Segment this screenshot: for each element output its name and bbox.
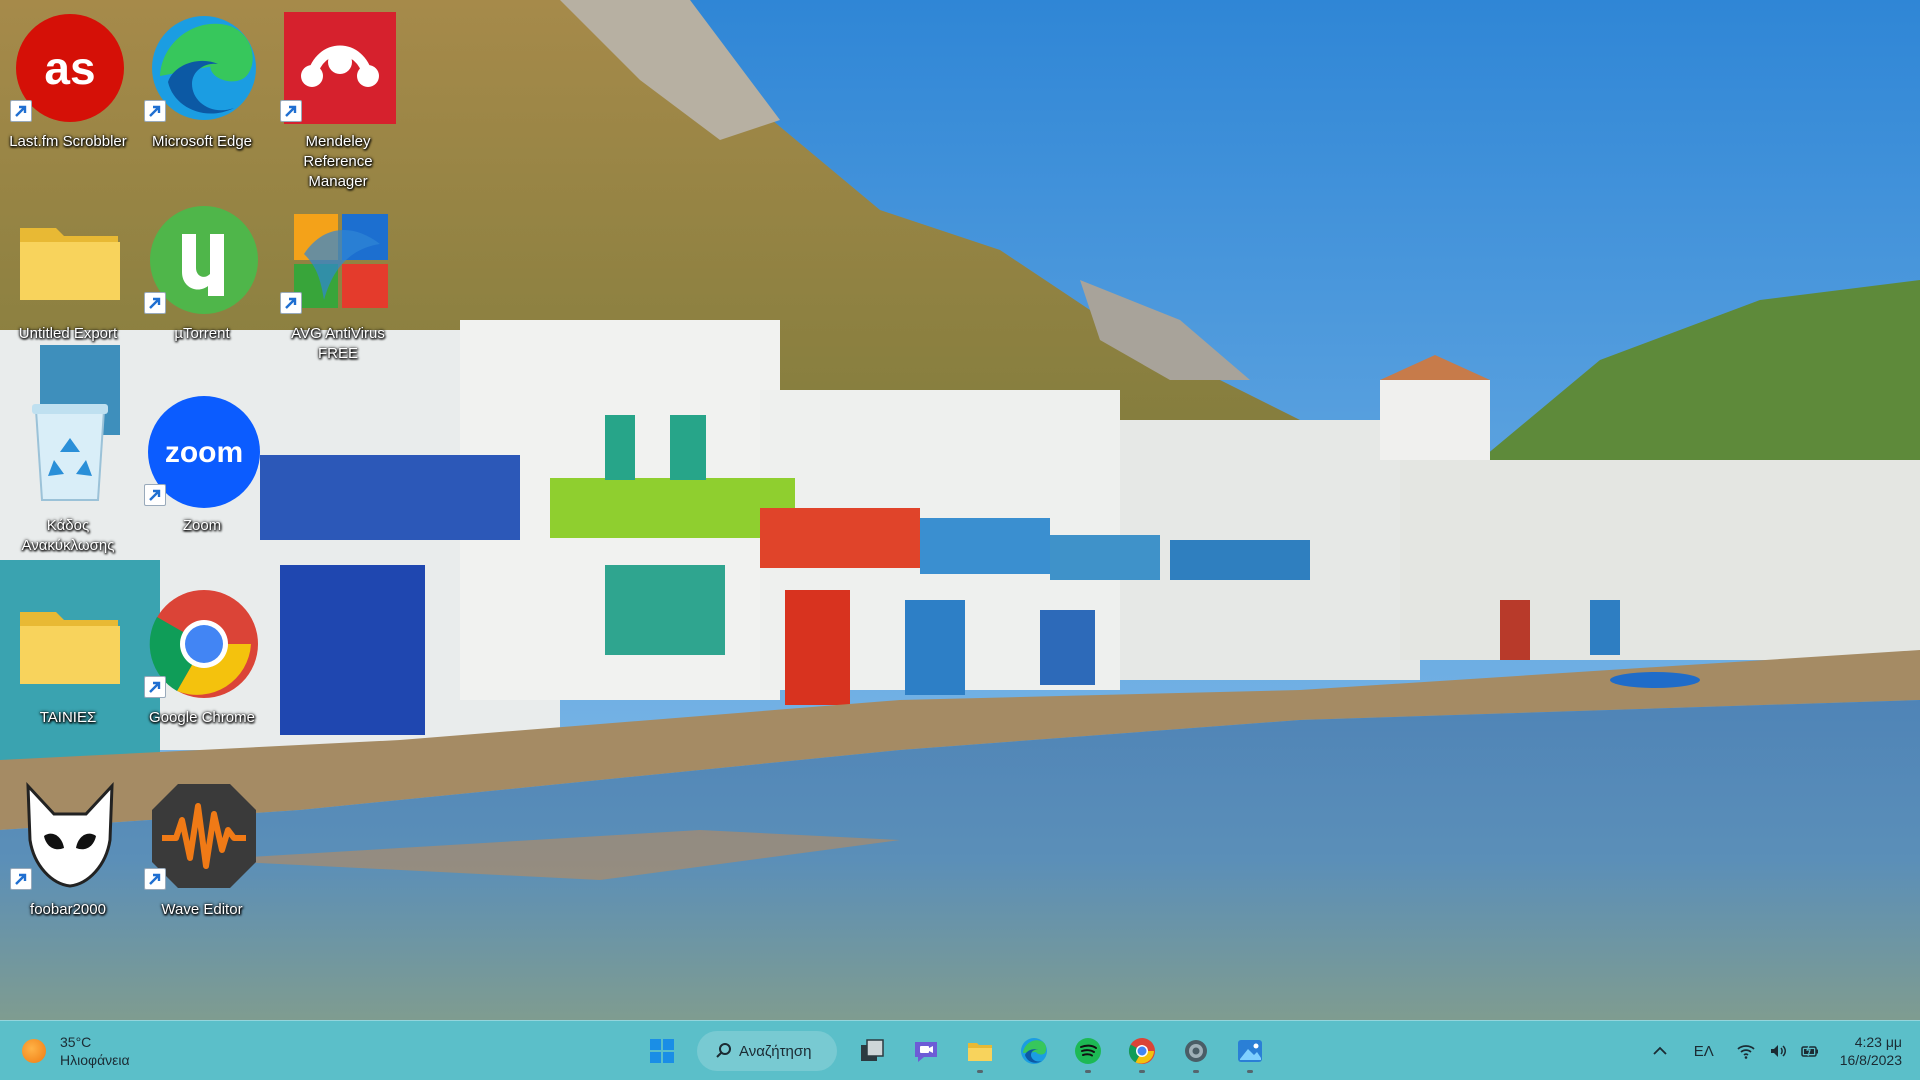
teams-chat-icon	[915, 1042, 937, 1062]
battery-button[interactable]	[1794, 1031, 1826, 1071]
windows-logo-icon	[650, 1039, 674, 1063]
desktop-icon-label: µTorrent	[174, 325, 230, 342]
taskbar-pinned-apps: Αναζήτηση	[635, 1029, 1277, 1073]
file-explorer-button[interactable]	[958, 1029, 1002, 1073]
volume-button[interactable]	[1762, 1031, 1794, 1071]
shortcut-arrow-icon	[144, 484, 166, 506]
settings-icon	[1185, 1040, 1207, 1062]
running-indicator	[977, 1070, 983, 1073]
weather-condition: Ηλιοφάνεια	[60, 1052, 130, 1068]
taskbar: 35°C Ηλιοφάνεια Αναζήτηση ΕΛ 4:23 μμ 16/…	[0, 1020, 1920, 1080]
shortcut-arrow-icon	[10, 100, 32, 122]
desktop-icon-grid: as Last.fm Scrobbler Microsoft Edge Mend…	[0, 0, 420, 940]
task-view-icon	[861, 1039, 884, 1061]
search-label: Αναζήτηση	[739, 1042, 812, 1060]
chrome-taskbar-button[interactable]	[1120, 1029, 1164, 1073]
running-indicator	[1193, 1070, 1199, 1073]
desktop-icon-label: Last.fm Scrobbler	[9, 133, 127, 150]
svg-text:as: as	[44, 42, 95, 94]
shortcut-arrow-icon	[144, 868, 166, 890]
desktop-icon-lastfm-scrobbler[interactable]: as Last.fm Scrobbler	[2, 4, 134, 184]
weather-widget[interactable]: 35°C Ηλιοφάνεια	[22, 1031, 130, 1071]
wifi-button[interactable]	[1730, 1031, 1762, 1071]
task-view-button[interactable]	[850, 1029, 894, 1073]
desktop-icon-utorrent[interactable]: µTorrent	[136, 196, 268, 376]
settings-taskbar-button[interactable]	[1174, 1029, 1218, 1073]
edge-taskbar-button[interactable]	[1012, 1029, 1056, 1073]
desktop-icon-label: Mendeley Reference Manager	[303, 133, 373, 190]
desktop-icon-avg-antivirus[interactable]: AVG AntiVirus FREE	[272, 196, 404, 376]
desktop-icon-label: Wave Editor	[161, 901, 243, 918]
teams-chat-button[interactable]	[904, 1029, 948, 1073]
spotify-icon	[1075, 1038, 1101, 1064]
search-icon	[716, 1043, 731, 1058]
desktop-icon-label: ΤΑΙΝΙΕΣ	[39, 709, 97, 726]
clock-date: 16/8/2023	[1839, 1052, 1902, 1068]
shortcut-arrow-icon	[10, 868, 32, 890]
taskbar-search-button[interactable]: Αναζήτηση	[697, 1031, 837, 1071]
photos-icon	[1238, 1040, 1262, 1062]
language-indicator[interactable]: ΕΛ	[1678, 1031, 1730, 1071]
wifi-icon	[1737, 1045, 1755, 1059]
desktop-icon-untitled-export[interactable]: Untitled Export	[2, 196, 134, 376]
desktop-icon-label: Untitled Export	[18, 325, 118, 342]
running-indicator	[1139, 1070, 1145, 1073]
desktop-icon-google-chrome[interactable]: Google Chrome	[136, 580, 268, 760]
desktop-icon-label: AVG AntiVirus FREE	[291, 325, 385, 362]
desktop-icon-foobar2000[interactable]: foobar2000	[2, 772, 134, 952]
shortcut-arrow-icon	[280, 100, 302, 122]
system-tray: ΕΛ 4:23 μμ 16/8/2023	[1642, 1021, 1920, 1080]
spotify-taskbar-button[interactable]	[1066, 1029, 1110, 1073]
desktop-icon-label: Google Chrome	[149, 709, 255, 726]
chevron-up-icon	[1653, 1046, 1667, 1055]
file-explorer-icon	[968, 1043, 992, 1061]
edge-icon	[1021, 1038, 1047, 1064]
desktop-icon-wave-editor[interactable]: Wave Editor	[136, 772, 268, 952]
desktop-icon-label: Κάδος Ανακύκλωσης	[21, 517, 115, 554]
desktop-icon-microsoft-edge[interactable]: Microsoft Edge	[136, 4, 268, 184]
recycle-bin-icon	[14, 396, 126, 508]
start-button[interactable]	[640, 1029, 684, 1073]
chrome-icon	[1128, 1038, 1155, 1064]
volume-icon	[1770, 1045, 1786, 1057]
shortcut-arrow-icon	[280, 292, 302, 314]
photos-taskbar-button[interactable]	[1228, 1029, 1272, 1073]
desktop-icon-zoom[interactable]: zoom Zoom	[136, 388, 268, 568]
sun-icon	[22, 1039, 46, 1063]
show-hidden-icons-button[interactable]	[1642, 1031, 1678, 1071]
desktop-icon-mendeley[interactable]: Mendeley Reference Manager	[272, 4, 404, 190]
desktop-icon-label: Microsoft Edge	[151, 133, 253, 150]
weather-temperature: 35°C	[60, 1034, 92, 1050]
svg-text:zoom: zoom	[165, 436, 243, 469]
running-indicator	[1085, 1070, 1091, 1073]
taskbar-clock[interactable]: 4:23 μμ 16/8/2023	[1840, 1033, 1902, 1069]
shortcut-arrow-icon	[144, 676, 166, 698]
desktop-icon-tainies[interactable]: ΤΑΙΝΙΕΣ	[2, 580, 134, 760]
folder-icon	[14, 588, 126, 700]
desktop-icon-label: foobar2000	[30, 901, 106, 918]
desktop-icon-recycle-bin[interactable]: Κάδος Ανακύκλωσης	[2, 388, 134, 568]
clock-time: 4:23 μμ	[1854, 1034, 1902, 1050]
running-indicator	[1247, 1070, 1253, 1073]
shortcut-arrow-icon	[144, 100, 166, 122]
folder-icon	[14, 204, 126, 316]
battery-charging-icon	[1800, 1043, 1818, 1057]
shortcut-arrow-icon	[144, 292, 166, 314]
desktop-icon-label: Zoom	[182, 517, 222, 534]
